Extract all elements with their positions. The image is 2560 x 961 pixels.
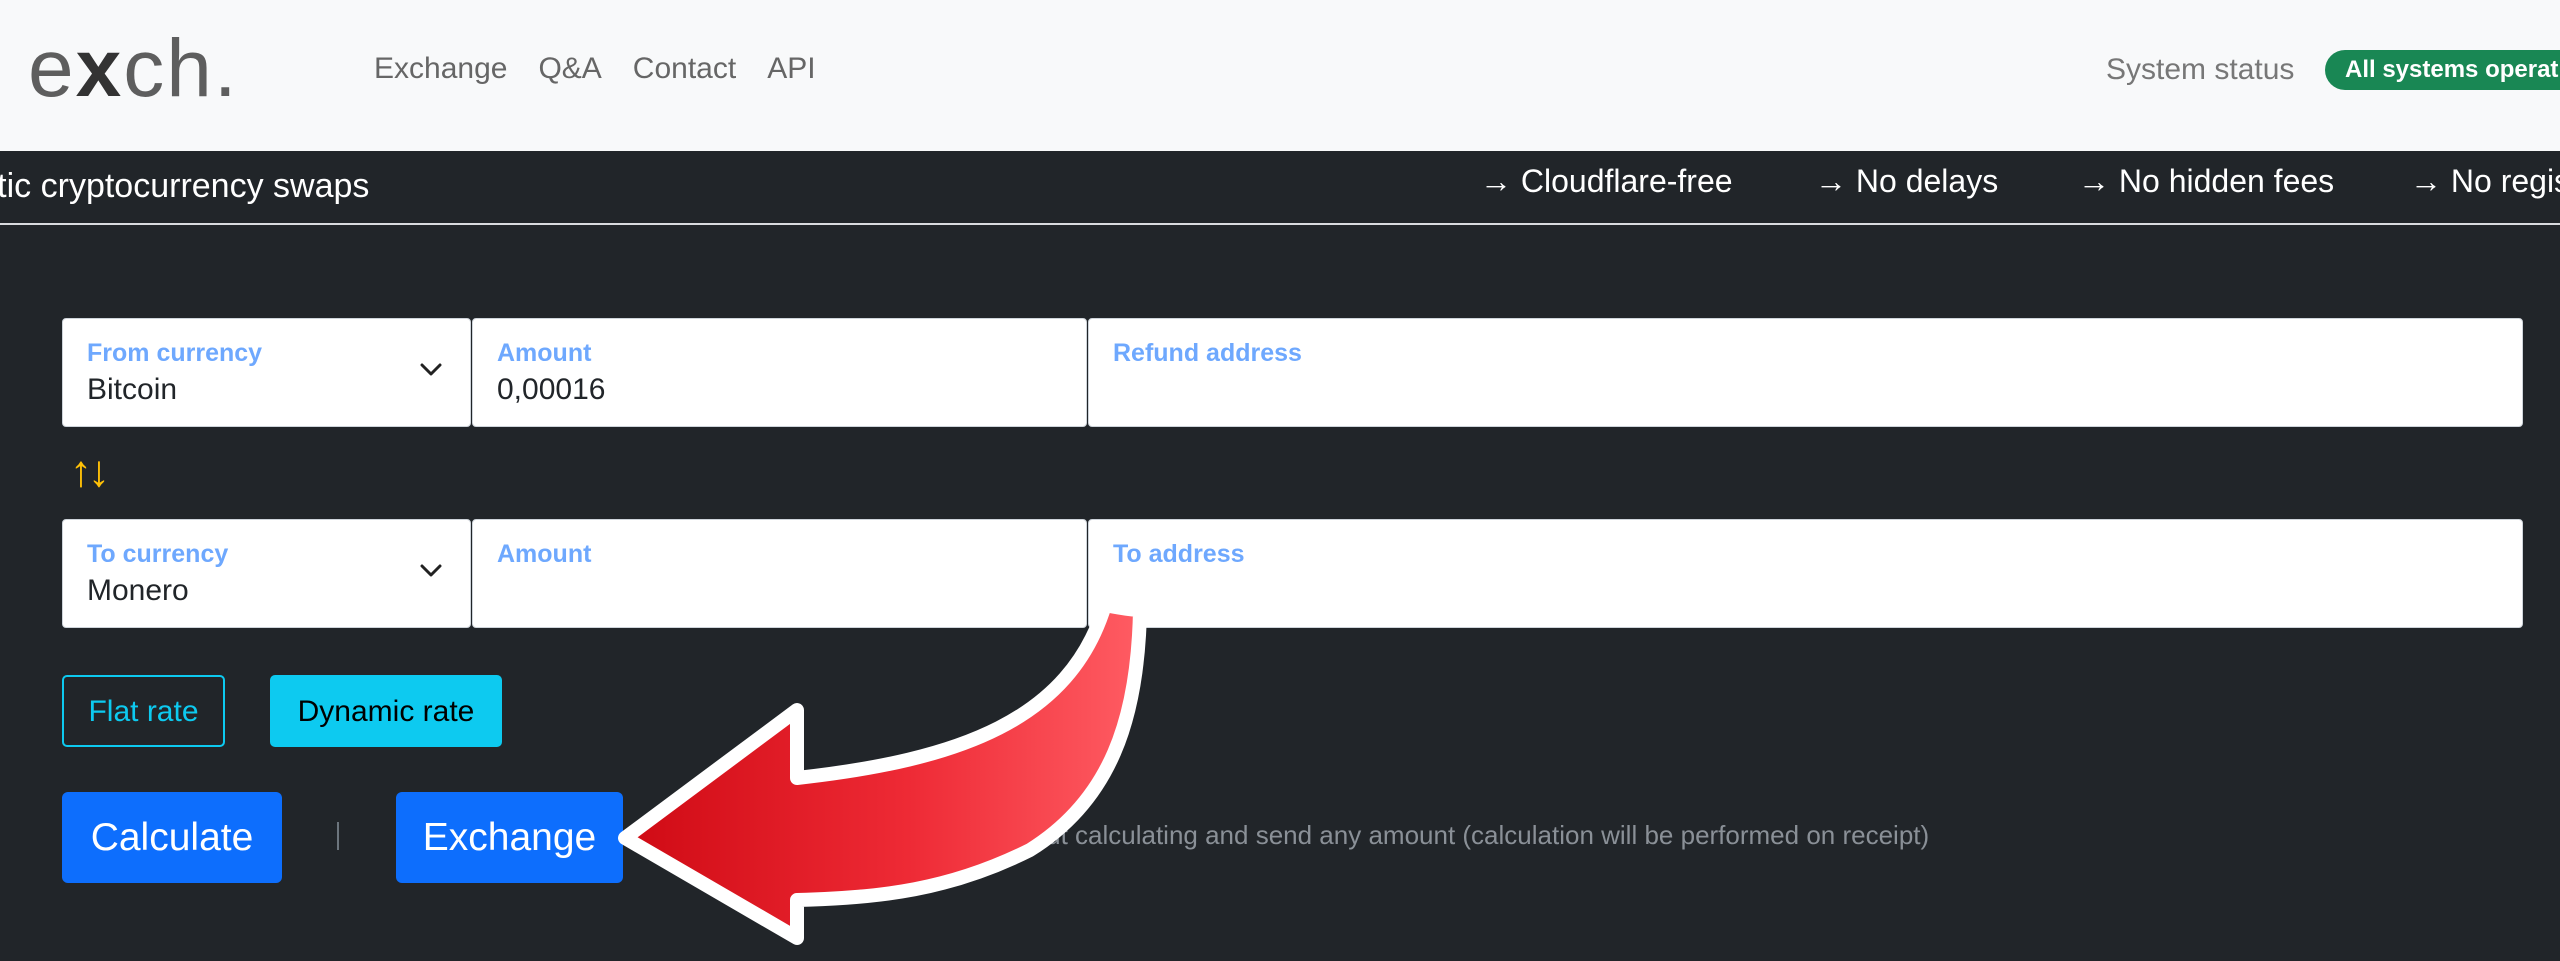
button-divider [337, 822, 339, 850]
chevron-down-icon [420, 363, 442, 376]
marquee-tagline: Automatic cryptocurrency swaps [0, 167, 369, 206]
to-currency-select[interactable]: To currency Monero [62, 519, 471, 628]
from-currency-select[interactable]: From currency Bitcoin [62, 318, 471, 427]
tagline-text: Automatic cryptocurrency swaps [0, 167, 370, 205]
top-navbar: exch. Exchange Q&A Contact API System st… [0, 0, 2560, 151]
exchange-hint-text: mout calculating and send any amount (ca… [1010, 820, 1930, 850]
from-currency-value: Bitcoin [87, 373, 178, 406]
nav-links: Exchange Q&A Contact API [374, 46, 816, 92]
from-currency-label: From currency [87, 339, 263, 367]
refund-address-label: Refund address [1113, 339, 1302, 367]
site-logo[interactable]: exch. [28, 14, 239, 124]
flat-rate-button[interactable]: Flat rate [62, 675, 225, 747]
calculate-button[interactable]: Calculate [62, 792, 282, 883]
to-amount-input[interactable]: Amount [472, 519, 1087, 628]
chevron-down-icon [420, 564, 442, 577]
refund-address-input[interactable]: Refund address [1088, 318, 2523, 427]
from-amount-value: 0,00016 [497, 373, 606, 406]
feature-marquee: Automatic cryptocurrency swaps → Cloudfl… [0, 151, 2560, 225]
system-status-link[interactable]: System status [2106, 48, 2294, 92]
from-amount-label: Amount [497, 339, 592, 367]
nav-link-contact[interactable]: Contact [633, 46, 736, 92]
swap-arrows-icon[interactable]: ↑↓ [70, 450, 110, 494]
nav-link-api[interactable]: API [767, 46, 815, 92]
exchange-button[interactable]: Exchange [396, 792, 623, 883]
arrow-shape [618, 598, 1147, 945]
dynamic-rate-button[interactable]: Dynamic rate [270, 675, 502, 747]
feature-no-registration: → No registration [2410, 163, 2560, 199]
to-amount-label: Amount [497, 540, 592, 568]
logo-text-e: e [28, 23, 76, 114]
logo-text-x: x [75, 23, 124, 114]
feature-no-fees: → No hidden fees [2078, 163, 2335, 199]
nav-link-exchange[interactable]: Exchange [374, 46, 507, 92]
feature-cloudflare: → Cloudflare-free [1480, 163, 1733, 199]
to-address-label: To address [1113, 540, 1245, 568]
from-amount-input[interactable]: Amount 0,00016 [472, 318, 1087, 427]
nav-link-qa[interactable]: Q&A [538, 46, 601, 92]
status-badge: All systems operational [2325, 50, 2560, 90]
feature-no-delays: → No delays [1815, 163, 1999, 199]
to-address-input[interactable]: To address [1088, 519, 2523, 628]
to-currency-label: To currency [87, 540, 229, 568]
to-currency-value: Monero [87, 574, 189, 607]
logo-text-ch: ch. [123, 23, 239, 114]
